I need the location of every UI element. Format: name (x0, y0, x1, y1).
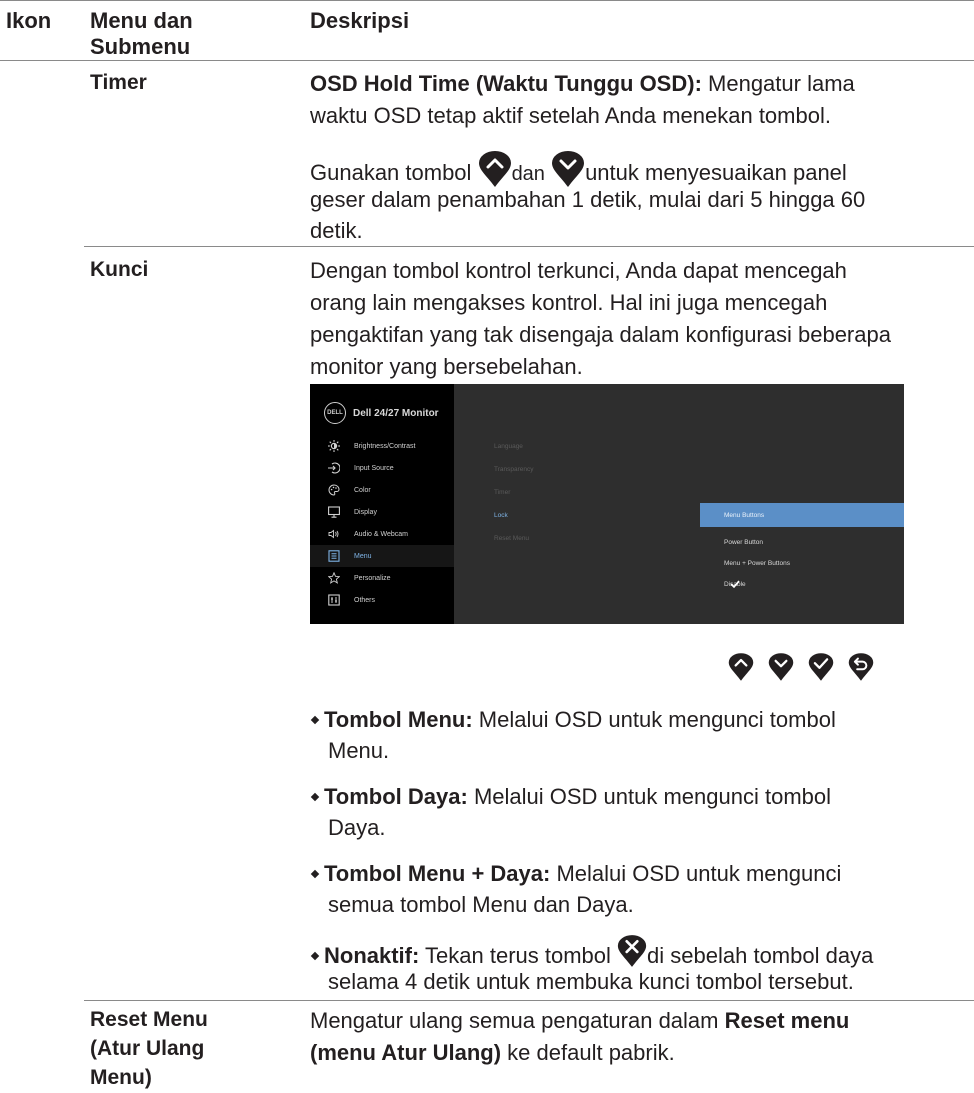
osd-up-button-icon (728, 653, 754, 681)
osd-submenu-transparency[interactable]: Transparency (494, 466, 534, 473)
header-icon: Ikon (6, 8, 52, 33)
osd-title: Dell 24/27 Monitor (353, 407, 439, 419)
timer-desc-line2: waktu OSD tetap aktif setelah Anda menek… (310, 103, 831, 128)
reset-desc-line2: (menu Atur Ulang) ke default pabrik. (310, 1040, 675, 1065)
bullet-menu-buttons-line1: Tombol Menu: Melalui OSD untuk mengunci … (310, 704, 970, 735)
header-divider (0, 60, 974, 61)
osd-option-menu-buttons[interactable]: Menu Buttons (700, 503, 904, 527)
bullet-disable-line2: selama 4 detik untuk membuka kunci tombo… (328, 969, 854, 994)
sun-icon (328, 440, 340, 452)
osd-menu-menu[interactable]: Menu (310, 545, 454, 567)
menu-timer: Timer (90, 71, 147, 94)
bullet-menu-power-line2: semua tombol Menu dan Daya. (328, 892, 634, 917)
osd-menu-color[interactable]: Color (310, 479, 454, 501)
menu-reset-line2: (Atur Ulang (90, 1037, 205, 1060)
down-button-icon (552, 151, 585, 187)
bullet-power-button-line2: Daya. (328, 815, 386, 840)
row-divider-reset (84, 1000, 974, 1001)
timer-desc-line1: OSD Hold Time (Waktu Tunggu OSD): Mengat… (310, 71, 855, 96)
osd-submenu-reset-menu[interactable]: Reset Menu (494, 535, 529, 542)
header-menu-line1: Menu dan (90, 8, 193, 33)
osd-menu-audio-webcam[interactable]: Audio & Webcam (310, 523, 454, 545)
kunci-desc-line1: Dengan tombol kontrol terkunci, Anda dap… (310, 258, 847, 283)
up-button-icon (478, 151, 511, 187)
header-description: Deskripsi (310, 8, 410, 33)
bullet-menu-power-line1: Tombol Menu + Daya: Melalui OSD untuk me… (310, 858, 970, 889)
timer-desc-line5: detik. (310, 218, 363, 243)
osd-submenu-language[interactable]: Language (494, 443, 523, 450)
menu-reset-line1: Reset Menu (90, 1008, 208, 1031)
menu-reset-line3: Menu) (90, 1066, 152, 1089)
header-menu-line2: Submenu (90, 34, 191, 59)
monitor-icon (328, 506, 340, 518)
osd-submenu-lock[interactable]: Lock (494, 512, 508, 519)
osd-menu-input-source[interactable]: Input Source (310, 457, 454, 479)
kunci-desc-line2: orang lain mengakses kontrol. Hal ini ju… (310, 290, 828, 315)
osd-menu-personalize[interactable]: Personalize (310, 567, 454, 589)
osd-ok-button-icon (808, 653, 834, 681)
osd-screenshot: DELL Dell 24/27 Monitor Brightness/Contr… (310, 384, 904, 624)
osd-menu-display[interactable]: Display (310, 501, 454, 523)
table-top-border (0, 0, 974, 1)
star-icon (328, 572, 340, 584)
kunci-desc-line3: pengaktifan yang tak disengaja dalam kon… (310, 322, 891, 347)
osd-menu-others[interactable]: Others (310, 589, 454, 611)
others-icon (328, 594, 340, 606)
input-icon (328, 462, 340, 474)
osd-menu-brightness[interactable]: Brightness/Contrast (310, 435, 454, 457)
osd-down-button-icon (768, 653, 794, 681)
bullet-menu-buttons-line2: Menu. (328, 738, 390, 763)
timer-desc-line4: geser dalam penambahan 1 detik, mulai da… (310, 187, 866, 212)
reset-desc-line1: Mengatur ulang semua pengaturan dalam Re… (310, 1008, 850, 1033)
palette-icon (328, 484, 340, 496)
osd-header: DELL Dell 24/27 Monitor (324, 400, 439, 426)
dell-logo-icon: DELL (324, 402, 346, 424)
kunci-desc-line4: monitor yang bersebelahan. (310, 354, 583, 379)
osd-back-button-icon (848, 653, 874, 681)
bullet-power-button-line1: Tombol Daya: Melalui OSD untuk mengunci … (310, 781, 970, 812)
checkmark-icon (730, 580, 740, 588)
exit-button-icon (617, 935, 647, 967)
menu-icon (328, 550, 340, 562)
osd-submenu-timer[interactable]: Timer (494, 489, 510, 496)
row-divider-timer (84, 246, 974, 247)
menu-kunci: Kunci (90, 258, 149, 281)
speaker-icon (328, 529, 339, 539)
